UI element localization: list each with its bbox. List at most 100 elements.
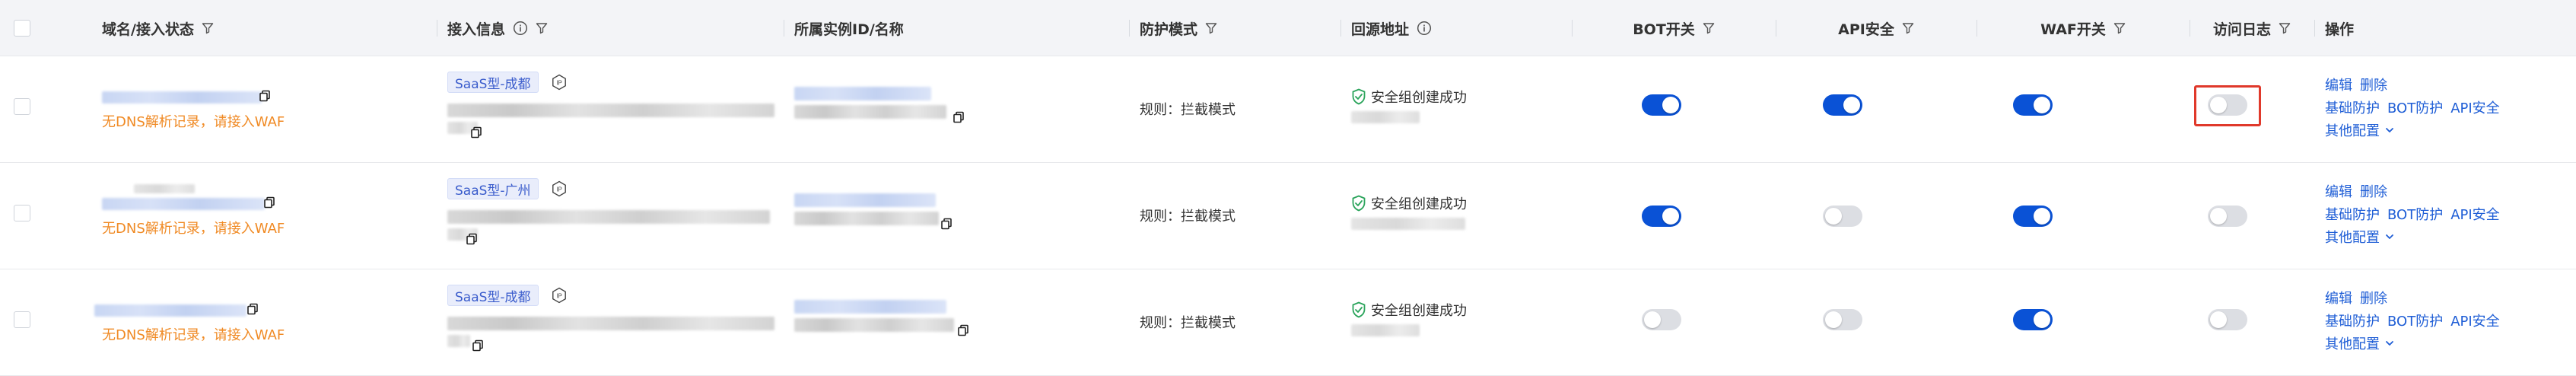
select-all-checkbox[interactable] [14, 20, 30, 37]
basic-protection-link[interactable]: 基础防护 [2325, 204, 2380, 224]
copy-icon[interactable] [957, 324, 969, 336]
api-security-link[interactable]: API安全 [2450, 311, 2499, 330]
copy-icon[interactable] [952, 111, 965, 123]
delete-link[interactable]: 删除 [2360, 288, 2387, 307]
header-instance: 所属实例ID/名称 [794, 21, 904, 38]
api-security-toggle[interactable] [1823, 206, 1862, 227]
api-security-toggle[interactable] [1823, 94, 1862, 116]
edit-link[interactable]: 编辑 [2325, 75, 2352, 94]
basic-protection-link[interactable]: 基础防护 [2325, 311, 2380, 330]
origin-status: 安全组创建成功 [1351, 300, 1467, 320]
waf-toggle[interactable] [2013, 206, 2053, 227]
delete-link[interactable]: 删除 [2360, 75, 2387, 94]
region-tag: SaaS型-成都 [447, 72, 539, 93]
toggle-knob [1843, 97, 1860, 113]
copy-icon[interactable] [259, 90, 271, 102]
toggle-knob [2034, 311, 2050, 328]
toggle-knob [1825, 311, 1842, 328]
access-log-toggle[interactable] [2208, 94, 2247, 116]
info-icon[interactable] [1417, 21, 1432, 36]
waf-toggle[interactable] [2013, 309, 2053, 330]
copy-icon[interactable] [466, 233, 478, 245]
ip-icon: IP [552, 287, 566, 304]
filter-icon[interactable] [202, 22, 214, 34]
row-checkbox[interactable] [14, 205, 30, 221]
header-access-log: 访问日志 [2190, 0, 2314, 56]
edit-link[interactable]: 编辑 [2325, 181, 2352, 201]
bot-protection-link[interactable]: BOT防护 [2387, 204, 2443, 224]
copy-icon[interactable] [246, 303, 259, 315]
column-separator [2314, 20, 2315, 37]
chevron-down-icon [2386, 234, 2393, 239]
origin-address-redacted [1351, 111, 1420, 123]
info-icon[interactable] [513, 21, 528, 36]
bot-protection-link[interactable]: BOT防护 [2387, 97, 2443, 117]
more-config-dropdown[interactable]: 其他配置 [2325, 333, 2395, 353]
copy-icon[interactable] [472, 339, 484, 352]
api-security-link[interactable]: API安全 [2450, 204, 2499, 224]
instance-id-redacted [794, 300, 946, 314]
table-row: 无DNS解析记录，请接入WAF SaaS型-成都 IP 规则：拦截模式 安全组创… [0, 56, 2576, 163]
header-api-security: API安全 [1776, 0, 1977, 56]
more-config-dropdown[interactable]: 其他配置 [2325, 227, 2395, 247]
filter-icon[interactable] [2113, 22, 2126, 34]
row-checkbox[interactable] [14, 311, 30, 328]
filter-icon[interactable] [1703, 22, 1715, 34]
header-bot-switch: BOT开关 [1572, 0, 1776, 56]
dns-warning-text: 无DNS解析记录，请接入WAF [102, 221, 285, 237]
row-actions-protection: 基础防护 BOT防护 API安全 [2325, 97, 2500, 117]
row-checkbox[interactable] [14, 98, 30, 115]
region-tag: SaaS型-广州 [447, 178, 539, 199]
toggle-knob [2210, 311, 2227, 328]
instance-id-redacted [794, 193, 936, 207]
access-log-toggle[interactable] [2208, 206, 2247, 227]
chevron-down-icon [2386, 128, 2393, 132]
toggle-knob [1662, 208, 1679, 225]
shield-check-icon [1352, 195, 1366, 212]
svg-text:IP: IP [556, 80, 562, 87]
bot-toggle[interactable] [1642, 94, 1681, 116]
access-info-redacted [447, 210, 770, 224]
protection-mode-text: 规则：拦截模式 [1140, 315, 1236, 331]
waf-toggle[interactable] [2013, 94, 2053, 116]
filter-icon[interactable] [2279, 22, 2291, 34]
bot-toggle[interactable] [1642, 309, 1681, 330]
bot-protection-link[interactable]: BOT防护 [2387, 311, 2443, 330]
dns-warning-text: 无DNS解析记录，请接入WAF [102, 114, 285, 130]
shield-check-icon [1352, 301, 1366, 318]
domain-name-redacted [102, 198, 265, 210]
header-protection-mode: 防护模式 [1140, 0, 1217, 56]
delete-link[interactable]: 删除 [2360, 181, 2387, 201]
edit-link[interactable]: 编辑 [2325, 288, 2352, 307]
ip-icon: IP [552, 180, 566, 197]
access-log-toggle[interactable] [2208, 309, 2247, 330]
copy-icon[interactable] [470, 126, 482, 139]
basic-protection-link[interactable]: 基础防护 [2325, 97, 2380, 117]
origin-status: 安全组创建成功 [1351, 193, 1467, 213]
bot-toggle[interactable] [1642, 206, 1681, 227]
toggle-knob [1825, 208, 1842, 225]
protection-mode-text: 规则：拦截模式 [1140, 209, 1236, 225]
api-security-link[interactable]: API安全 [2450, 97, 2499, 117]
more-config-dropdown[interactable]: 其他配置 [2325, 120, 2395, 140]
filter-icon[interactable] [1902, 22, 1914, 34]
header-actions: 操作 [2325, 21, 2355, 38]
column-separator [1129, 20, 1130, 37]
row-actions-primary: 编辑 删除 [2325, 288, 2387, 307]
domain-name-redacted [134, 184, 195, 193]
copy-icon[interactable] [940, 218, 952, 230]
api-security-toggle[interactable] [1823, 309, 1862, 330]
dns-warning-text: 无DNS解析记录，请接入WAF [102, 327, 285, 343]
toggle-knob [2210, 97, 2227, 113]
domain-name-redacted [94, 304, 246, 317]
access-info-redacted [447, 317, 774, 330]
protection-mode-text: 规则：拦截模式 [1140, 102, 1236, 118]
header-waf-switch: WAF开关 [1977, 0, 2190, 56]
toggle-knob [1644, 311, 1661, 328]
filter-icon[interactable] [1205, 22, 1217, 34]
copy-icon[interactable] [263, 196, 275, 209]
row-actions-protection: 基础防护 BOT防护 API安全 [2325, 311, 2500, 330]
filter-icon[interactable] [536, 22, 548, 34]
ip-icon: IP [552, 74, 566, 91]
instance-name-redacted [794, 105, 946, 119]
